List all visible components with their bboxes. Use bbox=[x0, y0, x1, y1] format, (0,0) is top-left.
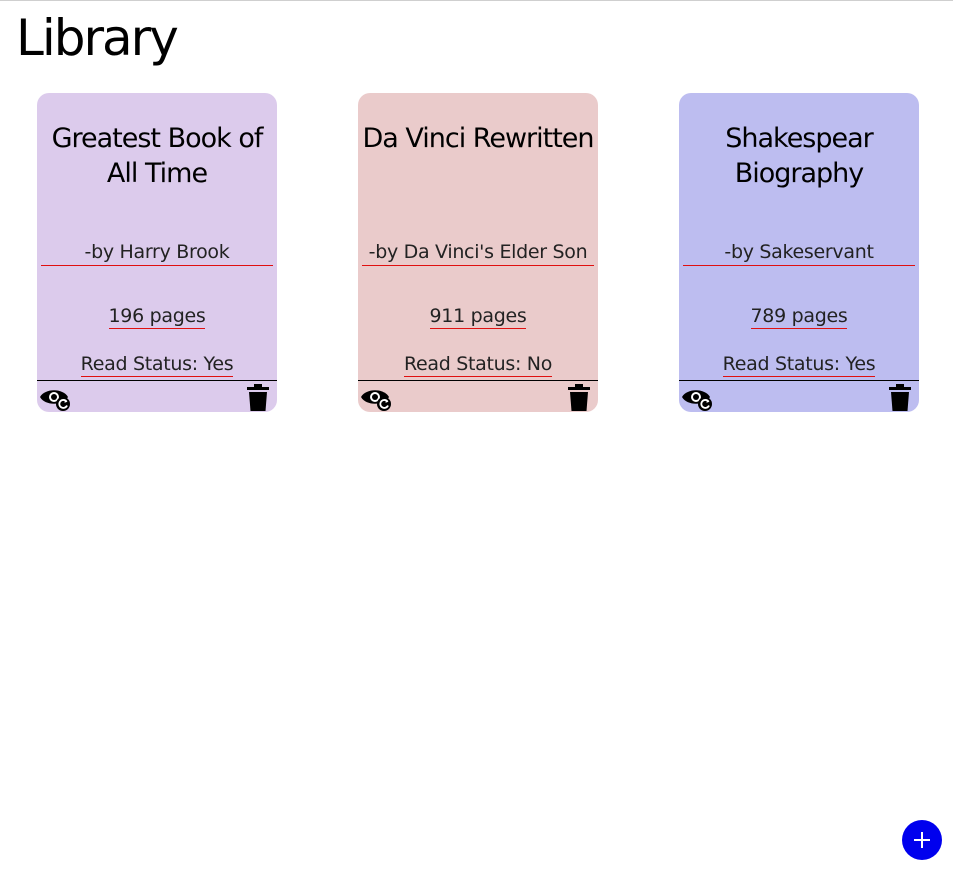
read-status: Read Status: Yes bbox=[37, 351, 277, 377]
book-pages-text: 789 pages bbox=[750, 305, 848, 329]
toggle-read-button[interactable] bbox=[39, 384, 71, 412]
read-status-text: Read Status: No bbox=[403, 353, 553, 377]
top-divider bbox=[0, 0, 953, 1]
trash-icon bbox=[889, 384, 911, 411]
book-author: -by Sakeservant bbox=[683, 239, 915, 266]
book-author: -by Harry Brook bbox=[41, 239, 273, 266]
book-title: Greatest Book of All Time bbox=[51, 123, 264, 189]
delete-button[interactable] bbox=[889, 384, 911, 412]
read-status-text: Read Status: Yes bbox=[80, 353, 234, 377]
eye-refresh-icon bbox=[40, 390, 70, 411]
read-status-text: Read Status: Yes bbox=[722, 353, 876, 377]
book-pages-text: 911 pages bbox=[429, 305, 527, 329]
toggle-read-button[interactable] bbox=[360, 384, 392, 412]
card-actions bbox=[37, 380, 277, 412]
book-pages: 911 pages bbox=[358, 303, 598, 329]
eye-refresh-icon bbox=[361, 390, 391, 411]
book-title: Da Vinci Rewritten bbox=[362, 123, 594, 154]
page-title: Library bbox=[16, 9, 179, 67]
eye-refresh-icon bbox=[682, 390, 712, 411]
book-pages-text: 196 pages bbox=[108, 305, 206, 329]
read-status: Read Status: No bbox=[358, 351, 598, 377]
delete-button[interactable] bbox=[568, 384, 590, 412]
book-card: Greatest Book of All Time -by Harry Broo… bbox=[37, 93, 277, 412]
toggle-read-button[interactable] bbox=[681, 384, 713, 412]
book-title: Shakespear Biography bbox=[725, 123, 874, 189]
book-card: Da Vinci Rewritten -by Da Vinci's Elder … bbox=[358, 93, 598, 412]
plus-icon bbox=[914, 832, 930, 848]
add-book-button[interactable] bbox=[902, 820, 942, 860]
book-pages: 789 pages bbox=[679, 303, 919, 329]
trash-icon bbox=[568, 384, 590, 411]
book-author: -by Da Vinci's Elder Son bbox=[362, 239, 594, 266]
card-actions bbox=[358, 380, 598, 412]
book-card: Shakespear Biography -by Sakeservant 789… bbox=[679, 93, 919, 412]
card-actions bbox=[679, 380, 919, 412]
trash-icon bbox=[247, 384, 269, 411]
read-status: Read Status: Yes bbox=[679, 351, 919, 377]
book-pages: 196 pages bbox=[37, 303, 277, 329]
delete-button[interactable] bbox=[247, 384, 269, 412]
